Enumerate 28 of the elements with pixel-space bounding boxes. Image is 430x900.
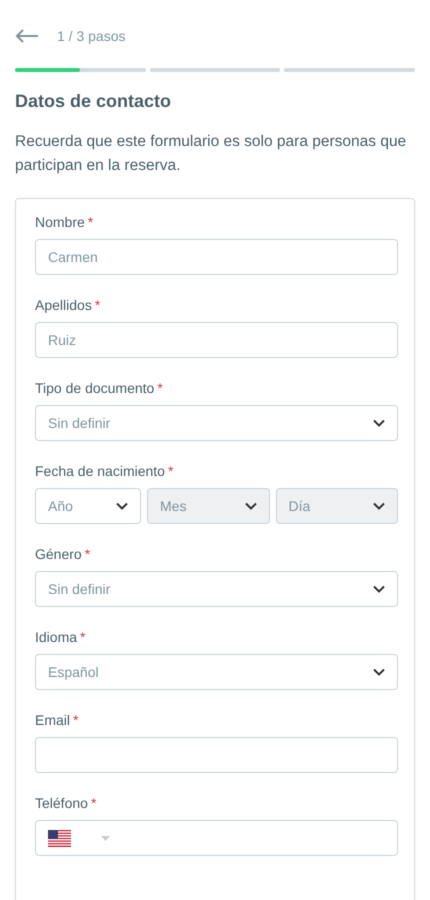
chevron-down-icon — [373, 585, 385, 593]
back-arrow-icon[interactable] — [15, 29, 39, 43]
field-label: Apellidos * — [35, 296, 102, 314]
field-label: Idioma * — [35, 628, 86, 646]
chevron-down-icon — [116, 502, 128, 510]
text-input[interactable] — [35, 737, 398, 773]
caret-icon — [101, 836, 110, 840]
field-label: Email * — [35, 711, 80, 729]
select-field[interactable]: Año — [35, 488, 141, 524]
select-field[interactable]: Sin definir — [35, 571, 398, 607]
field-label: Fecha de nacimiento * — [35, 462, 174, 480]
phone-input[interactable] — [35, 820, 398, 856]
field-label: Género * — [35, 545, 92, 563]
chevron-down-icon — [373, 502, 385, 510]
chevron-down-icon — [244, 502, 256, 510]
field-label: Nombre * — [35, 213, 94, 231]
chevron-down-icon — [373, 668, 385, 676]
intro-text: Recuerda que este formulario es solo para personas que participan en la reserva. — [15, 132, 408, 176]
step-counter: 1 / 3 pasos — [57, 28, 126, 44]
text-input[interactable]: Carmen — [35, 239, 398, 275]
field-label: Tipo de documento * — [35, 379, 164, 397]
flag-icon — [48, 830, 71, 846]
select-field[interactable]: Sin definir — [35, 405, 398, 441]
chevron-down-icon — [373, 419, 385, 427]
section-title: Datos de contacto — [15, 90, 172, 113]
text-input[interactable]: Ruiz — [35, 322, 398, 358]
select-field[interactable]: Español — [35, 654, 398, 690]
field-label: Teléfono * — [35, 794, 98, 812]
